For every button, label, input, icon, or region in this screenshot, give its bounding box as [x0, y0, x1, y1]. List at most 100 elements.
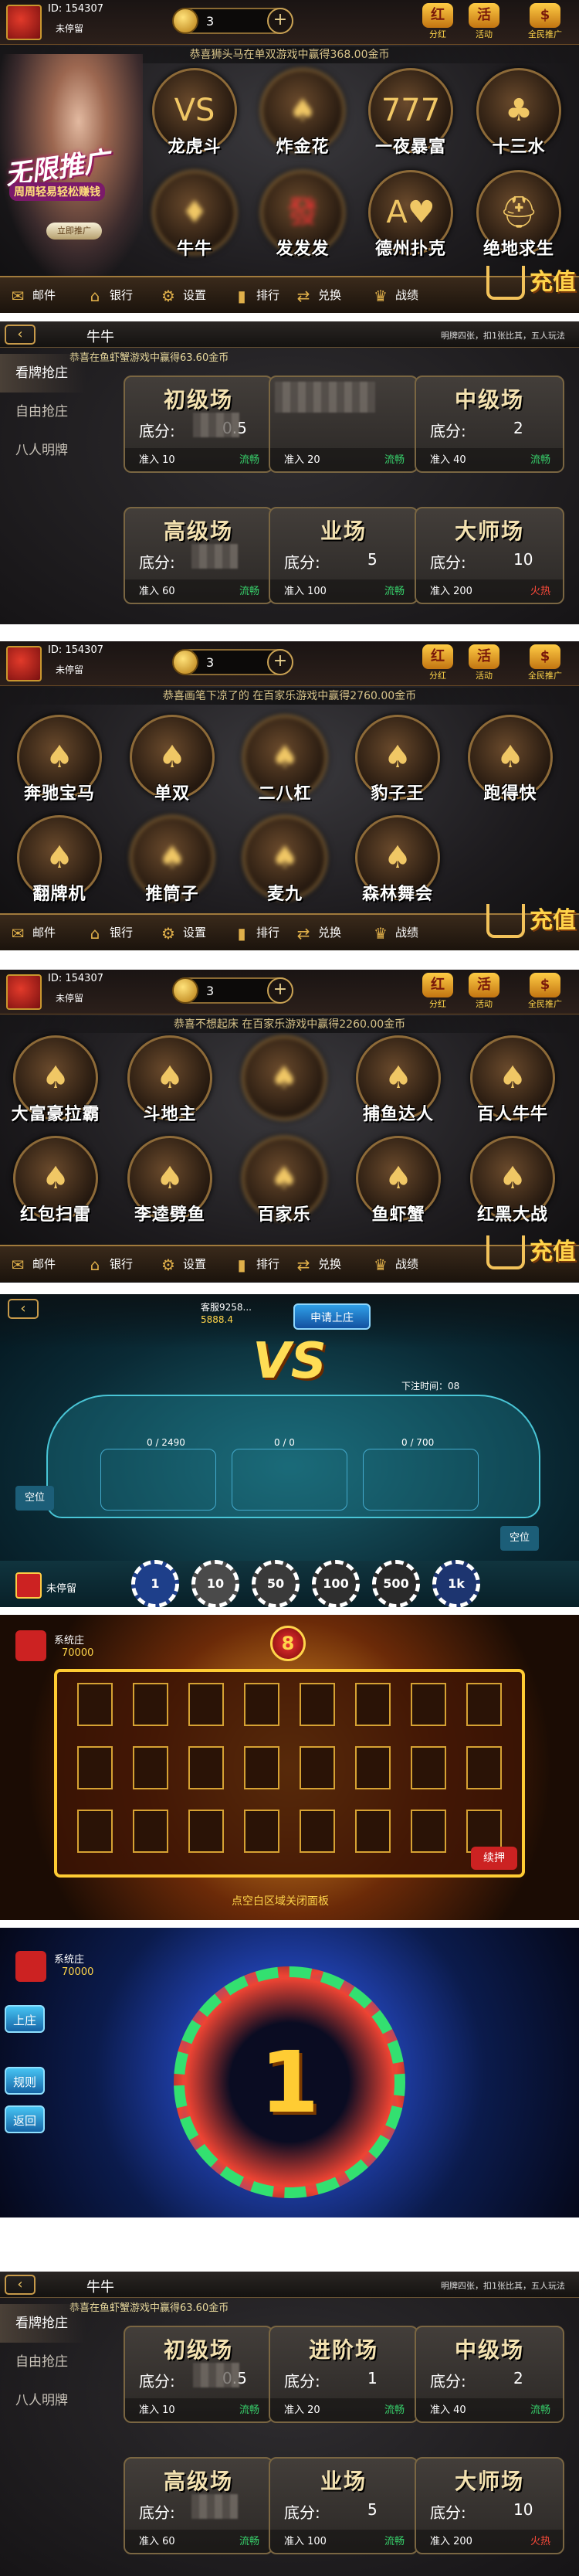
bet-cell[interactable]	[244, 1746, 279, 1789]
bet-cell[interactable]	[300, 1746, 335, 1789]
rules-button[interactable]: 规则	[5, 2067, 45, 2095]
settings-button[interactable]: ⚙ 设置	[158, 921, 206, 944]
add-coins-button[interactable]: +	[267, 8, 293, 34]
game-tile[interactable]: ♠ 二八杠	[237, 715, 333, 811]
game-tile[interactable]: ♠ 百人牛牛	[465, 1035, 560, 1131]
game-texas-holdem[interactable]: A♥ 德州扑克	[363, 170, 459, 266]
game-tile[interactable]: ♠ 森林舞会	[350, 815, 445, 911]
room-card[interactable]: 大师场 底分: 10 准入 200 火热	[415, 507, 564, 604]
bet-cell[interactable]	[77, 1810, 113, 1853]
game-tile[interactable]: ♠ 跑得快	[462, 715, 558, 811]
bet-cell[interactable]	[355, 1746, 391, 1789]
bet-cell[interactable]	[300, 1683, 335, 1726]
promotion-button[interactable]: $ 全民推广	[516, 3, 574, 42]
game-tile[interactable]: ♠ 翻牌机	[12, 815, 107, 911]
chip-50[interactable]: 50	[252, 1560, 300, 1607]
dividend-button[interactable]: 红分红	[417, 644, 459, 683]
mail-button[interactable]: ✉ 邮件	[8, 921, 56, 944]
bet-cell[interactable]	[355, 1810, 391, 1853]
avatar[interactable]	[6, 5, 42, 40]
recharge-button[interactable]: 充值	[486, 263, 576, 311]
dividend-button[interactable]: 红分红	[417, 973, 459, 1011]
bet-cell[interactable]	[188, 1746, 224, 1789]
bet-cell[interactable]	[411, 1683, 446, 1726]
apply-banker-button[interactable]: 上庄	[5, 2005, 45, 2033]
bet-cell[interactable]	[133, 1746, 168, 1789]
activity-button[interactable]: 活活动	[463, 644, 505, 683]
mode-tab-ziyou[interactable]: 自由抢庄	[0, 2343, 86, 2381]
chip-10[interactable]: 10	[191, 1560, 239, 1607]
records-button[interactable]: ♛ 战绩	[371, 284, 418, 307]
game-shisanshui[interactable]: ♣ 十三水	[471, 68, 567, 164]
promo-button[interactable]: 立即推广	[46, 223, 102, 240]
game-tile[interactable]: ♠ 大富豪拉霸	[8, 1035, 103, 1131]
exchange-button[interactable]: ⇄ 兑换	[293, 921, 341, 944]
bet-cell[interactable]	[411, 1746, 446, 1789]
game-yiyebaofu[interactable]: 777 一夜暴富	[363, 68, 459, 164]
apply-banker-button[interactable]: 申请上庄	[293, 1303, 371, 1330]
player-avatar[interactable]	[15, 1572, 42, 1599]
promotion-button[interactable]: $ 全民推广	[516, 644, 574, 683]
settings-button[interactable]: ⚙ 设置	[158, 1252, 206, 1276]
chip-100[interactable]: 100	[312, 1560, 360, 1607]
exchange-button[interactable]: ⇄ 兑换	[293, 284, 341, 307]
empty-seat-left[interactable]: 空位	[15, 1486, 54, 1511]
mode-tab-ziyou[interactable]: 自由抢庄	[0, 393, 86, 431]
bank-button[interactable]: ⌂ 银行	[85, 284, 133, 307]
dividend-button[interactable]: 红分红	[417, 3, 459, 42]
game-tile[interactable]: ♠ 麦九	[237, 815, 333, 911]
bet-cell[interactable]	[188, 1810, 224, 1853]
game-tile[interactable]: ♠ 鱼虾蟹	[350, 1136, 446, 1232]
room-card[interactable]: 大师场 底分: 10 准入 200 火热	[415, 2457, 564, 2554]
game-fafafa[interactable]: 發发发发	[255, 170, 350, 266]
rank-button[interactable]: ▮ 排行	[232, 921, 279, 944]
game-tile[interactable]: ♠ 红包扫雷	[8, 1136, 103, 1232]
game-niuniu[interactable]: ♦ 牛牛	[147, 170, 242, 266]
bet-cell[interactable]	[244, 1683, 279, 1726]
game-longhudou[interactable]: VS 龙虎斗	[147, 68, 242, 164]
promotion-button[interactable]: $ 全民推广	[516, 973, 574, 1011]
back-button[interactable]: ‹	[5, 2275, 36, 2295]
bet-cell[interactable]	[77, 1746, 113, 1789]
bet-cell[interactable]	[133, 1683, 168, 1726]
mail-button[interactable]: ✉ 邮件	[8, 284, 56, 307]
records-button[interactable]: ♛ 战绩	[371, 921, 418, 944]
game-tile[interactable]: ♠ 捕鱼达人	[350, 1035, 446, 1131]
settings-button[interactable]: ⚙ 设置	[158, 284, 206, 307]
add-coins-button[interactable]: +	[267, 649, 293, 675]
game-tile[interactable]: ♠ 奔驰宝马	[12, 715, 107, 811]
activity-button[interactable]: 活活动	[463, 973, 505, 1011]
mode-tab-baren[interactable]: 八人明牌	[0, 431, 86, 470]
bet-cell[interactable]	[411, 1810, 446, 1853]
recharge-button[interactable]: 充值	[486, 1232, 576, 1280]
game-tile[interactable]: ♠ 单双	[124, 715, 220, 811]
bet-cell[interactable]	[466, 1746, 502, 1789]
rank-button[interactable]: ▮ 排行	[232, 284, 279, 307]
repeat-bet-button[interactable]: 续押	[471, 1847, 517, 1870]
game-tile[interactable]: ♠ 豹子王	[350, 715, 445, 811]
add-coins-button[interactable]: +	[267, 977, 293, 1004]
empty-seat-right[interactable]: 空位	[500, 1526, 539, 1551]
game-pubg[interactable]: ⛑ 绝地求生	[471, 170, 567, 266]
bet-cell[interactable]	[244, 1810, 279, 1853]
bet-cell[interactable]	[466, 1683, 502, 1726]
bet-cell[interactable]	[133, 1810, 168, 1853]
mode-tab-kanpai[interactable]: 看牌抢庄	[0, 354, 86, 393]
back-button[interactable]: 返回	[5, 2105, 45, 2133]
room-card[interactable]: 中级场 底分: 2 准入 40 流畅	[415, 376, 564, 473]
exchange-button[interactable]: ⇄ 兑换	[293, 1252, 341, 1276]
game-tile[interactable]: ♠ 百家乐	[236, 1136, 332, 1232]
bet-cell[interactable]	[77, 1683, 113, 1726]
chip-1k[interactable]: 1k	[432, 1560, 480, 1607]
room-card[interactable]: 业场 底分: 5 准入 100 流畅	[269, 507, 418, 604]
room-card[interactable]: 中级场 底分: 2 准入 40 流畅	[415, 2326, 564, 2423]
chip-1[interactable]: 1	[131, 1560, 179, 1607]
back-button[interactable]: ‹	[8, 1299, 39, 1319]
records-button[interactable]: ♛ 战绩	[371, 1252, 418, 1276]
chip-500[interactable]: 500	[372, 1560, 420, 1607]
room-card[interactable]: 进阶场 底分: 1 准入 20 流畅	[269, 2326, 418, 2423]
avatar[interactable]	[6, 974, 42, 1010]
bet-area-tiger[interactable]	[363, 1449, 479, 1511]
bank-button[interactable]: ⌂ 银行	[85, 921, 133, 944]
bet-cell[interactable]	[355, 1683, 391, 1726]
